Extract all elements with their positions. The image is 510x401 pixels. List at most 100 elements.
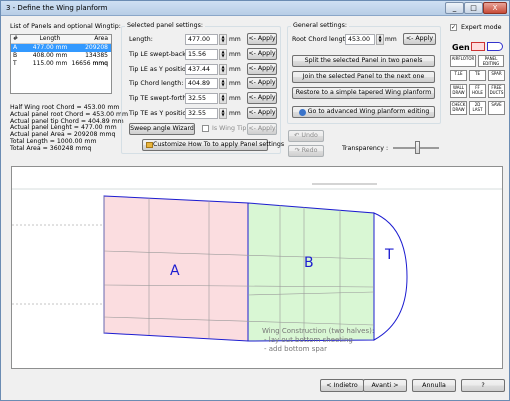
expert-mode-checkbox[interactable]: ✓	[450, 24, 457, 31]
wall-draw-label: WALL DRAW	[452, 85, 465, 95]
tip-chord-label: Tip Chord length:	[129, 80, 184, 88]
customize-label: Customize How To to apply Panel settings	[153, 141, 285, 148]
redo-label: Redo	[301, 147, 318, 154]
tip-chord-spinner[interactable]: ▲ ▼	[219, 78, 227, 90]
panel-id: B	[13, 52, 18, 59]
hole-label: FF HOLE	[472, 85, 483, 95]
undo-label: Undo	[301, 132, 318, 139]
customize-button[interactable]: Customize How To to apply Panel settings	[142, 139, 284, 151]
maximize-button[interactable]: □	[464, 2, 483, 14]
check-draw-icon[interactable]: CHECK DRAW	[450, 101, 467, 115]
help-button[interactable]: ?	[461, 379, 505, 392]
panel-t-shape	[373, 212, 408, 341]
panel-area: 16656 mmq	[71, 60, 109, 67]
panel-settings-title: Selected panel settings:	[125, 22, 206, 29]
length-input[interactable]: 477.00	[185, 34, 218, 45]
tip-te-y-label: Tip TE as Y position:	[129, 110, 193, 117]
save-icon[interactable]: SAVE	[488, 101, 505, 115]
close-button[interactable]: X	[483, 2, 507, 14]
wall-draw-icon[interactable]: WALL DRAW	[450, 84, 467, 98]
root-chord-label: Root Chord length:	[292, 36, 352, 43]
airflotor-icon[interactable]: AIRFLOTOR	[450, 55, 476, 67]
panel-length: 115.00 mm	[32, 60, 68, 67]
minimize-button[interactable]: _	[445, 2, 464, 14]
panel-row-t[interactable]: T 115.00 mm 16656 mmq	[11, 60, 111, 68]
spar-icon[interactable]: SPAR	[488, 70, 505, 81]
construction-note-step-1: - lay out bottom sheeting	[264, 336, 353, 344]
length-apply-button[interactable]: <- Apply	[247, 33, 277, 45]
split-panel-button[interactable]: Split the selected Panel in two panels	[292, 55, 435, 67]
tip-te-sweep-unit: mm	[229, 95, 241, 103]
root-chord-apply-button[interactable]: <- Apply	[403, 33, 436, 45]
tip-le-y-apply-button[interactable]: <- Apply	[247, 62, 277, 75]
length-spinner[interactable]: ▲ ▼	[219, 34, 227, 45]
panels-listbox[interactable]: # Length Area A 477.00 mm 209208 mmq B 4…	[10, 34, 112, 94]
wing-shape-icon-1[interactable]	[471, 42, 485, 51]
panel-b-label: B	[304, 255, 314, 271]
tip-le-sweep-apply-button[interactable]: <- Apply	[247, 47, 277, 60]
stat-line: Total Area = 360248 mmq	[10, 144, 92, 152]
root-chord-unit: mm	[385, 36, 397, 43]
tip-te-sweep-spinner[interactable]: ▲ ▼	[219, 93, 227, 105]
te-icon[interactable]: TE	[469, 70, 486, 81]
undo-button[interactable]: ↶ Undo	[288, 130, 324, 142]
back-button[interactable]: < Indietro	[320, 379, 364, 392]
next-button[interactable]: Avanti >	[363, 379, 407, 392]
redo-button[interactable]: ↷ Redo	[288, 145, 324, 157]
hole-icon[interactable]: FF HOLE	[469, 84, 486, 98]
tip-chord-input[interactable]: 404.89	[185, 78, 218, 90]
wing-shape-icon-2[interactable]	[487, 42, 503, 51]
advanced-icon	[299, 109, 306, 116]
dialog-window: 3 - Define the Wing planform _ □ X List …	[0, 0, 510, 401]
panels-list-header: # Length Area	[11, 35, 111, 44]
cancel-button[interactable]: Annulla	[412, 379, 456, 392]
transparency-slider-thumb[interactable]	[415, 141, 420, 154]
join-panel-button[interactable]: Join the selected Panel to the next one	[292, 71, 435, 83]
tip-te-y-apply-button[interactable]: <- Apply	[247, 107, 277, 119]
panel-b-shape	[247, 202, 375, 342]
advanced-editing-button[interactable]: Go to advanced Wing planform editing	[292, 106, 435, 118]
tip-le-y-spinner[interactable]: ▲ ▼	[219, 63, 227, 75]
tip-te-sweep-input[interactable]: 32.55	[185, 93, 218, 105]
col-header-area[interactable]: Area	[69, 35, 111, 43]
general-settings-title: General settings:	[291, 22, 350, 29]
panels-list-caption: List of Panels and optional Wingtip:	[10, 23, 121, 30]
apply-wing-tip-button[interactable]: <- Apply	[247, 123, 277, 135]
restore-planform-button[interactable]: Restore to a simple tapered Wing planfor…	[292, 87, 435, 99]
tip-le-sweep-label: Tip LE swept-back:	[129, 50, 189, 58]
tip-te-y-input[interactable]: 32.55	[185, 108, 218, 119]
te-label: TE	[475, 71, 480, 76]
tip-le-y-label: Tip LE as Y position:	[129, 65, 192, 73]
panel-a-label: A	[170, 263, 180, 279]
advanced-label: Go to advanced Wing planform editing	[307, 108, 430, 115]
planform-drawing: A B T Wing Construction (two halves): - …	[12, 183, 502, 353]
is-wing-tip-checkbox[interactable]	[202, 125, 209, 132]
panel-length: 408.00 mm	[32, 52, 68, 59]
wing-planform-canvas[interactable]: A B T Wing Construction (two halves): - …	[11, 166, 503, 369]
tip-chord-apply-button[interactable]: <- Apply	[247, 77, 277, 90]
tip-le-y-input[interactable]: 437.44	[185, 63, 218, 75]
length-unit: mm	[229, 36, 241, 43]
transparency-label: Transparency :	[342, 145, 389, 152]
tip-te-sweep-apply-button[interactable]: <- Apply	[247, 92, 277, 105]
col-header-id[interactable]: #	[11, 35, 29, 43]
save-label: SAVE	[491, 102, 502, 107]
tip-te-y-spinner[interactable]: ▲ ▼	[219, 108, 227, 119]
panel-area: 134385 mmq	[85, 52, 108, 67]
root-chord-spinner[interactable]: ▲ ▼	[376, 34, 384, 45]
wing-stats: Half Wing root Chord = 453.00 mm Actual …	[10, 104, 128, 153]
sweep-wizard-button[interactable]: Sweep angle Wizard	[129, 123, 195, 135]
le-icon[interactable]: T.LE	[450, 70, 467, 81]
tip-le-sweep-input[interactable]: 15.56	[185, 48, 218, 60]
free-ducts-icon[interactable]: FREE DUCTS	[488, 84, 505, 98]
panel-editing-label: PANEL EDITING	[482, 56, 500, 66]
tip-le-sweep-spinner[interactable]: ▲ ▼	[219, 48, 227, 60]
panel-editing-icon[interactable]: PANEL EDITING	[478, 55, 504, 67]
col-header-length[interactable]: Length	[29, 35, 69, 43]
panel-row-a[interactable]: A 477.00 mm 209208 mmq	[11, 44, 111, 59]
window-title: 3 - Define the Wing planform	[6, 4, 108, 12]
panel-row-b[interactable]: B 408.00 mm 134385 mmq	[11, 52, 111, 67]
panel-area: 209208 mmq	[85, 44, 108, 59]
last-2d-icon[interactable]: 2D LAST	[469, 101, 486, 115]
root-chord-input[interactable]: 453.00	[345, 34, 375, 45]
